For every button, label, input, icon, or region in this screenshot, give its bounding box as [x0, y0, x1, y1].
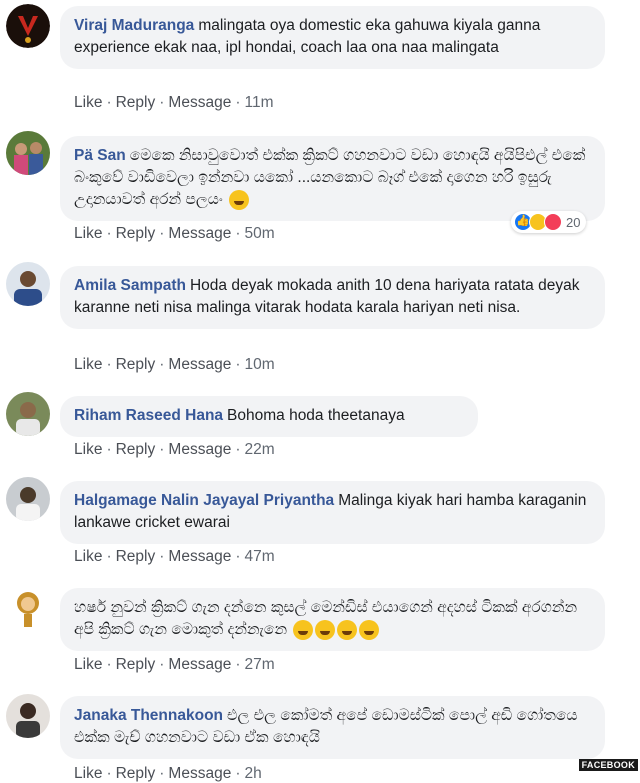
comment-actions: Like · Reply · Message · 22m: [74, 441, 275, 458]
comment-bubble: Amila Sampath Hoda deyak mokada anith 10 …: [60, 266, 605, 329]
avatar[interactable]: [6, 262, 50, 306]
comment-time[interactable]: 50m: [245, 225, 275, 242]
reply-button[interactable]: Reply: [116, 356, 156, 373]
like-button[interactable]: Like: [74, 356, 102, 373]
comment-time[interactable]: 27m: [245, 656, 275, 673]
comment-bubble: Viraj Maduranga malingata oya domestic ek…: [60, 6, 605, 69]
avatar[interactable]: [6, 392, 50, 436]
avatar[interactable]: [6, 4, 50, 48]
comment-author[interactable]: Halgamage Nalin Jayayal Priyantha: [74, 492, 334, 509]
reactions-summary[interactable]: 👍 20: [511, 211, 587, 233]
comment-actions: Like · Reply · Message · 50m: [74, 225, 275, 242]
comment-author[interactable]: Pä San: [74, 147, 126, 164]
reply-button[interactable]: Reply: [116, 94, 156, 111]
comment-time[interactable]: 11m: [245, 94, 274, 111]
comment-text: Bohoma hoda theetanaya: [227, 407, 405, 424]
like-button[interactable]: Like: [74, 656, 102, 673]
like-button[interactable]: Like: [74, 548, 102, 565]
comment-time[interactable]: 22m: [245, 441, 275, 458]
comment-author[interactable]: Viraj Maduranga: [74, 17, 194, 34]
comment-actions: Like · Reply · Message · 47m: [74, 548, 275, 565]
facebook-watermark: FACEBOOK: [578, 759, 638, 771]
message-button[interactable]: Message: [168, 548, 231, 565]
avatar[interactable]: [6, 585, 50, 629]
comment-time[interactable]: 10m: [245, 356, 275, 373]
comment-time[interactable]: 47m: [245, 548, 275, 565]
message-button[interactable]: Message: [168, 225, 231, 242]
reply-button[interactable]: Reply: [116, 656, 156, 673]
like-button[interactable]: Like: [74, 441, 102, 458]
reaction-count: 20: [566, 214, 581, 230]
love-reaction-icon: [544, 213, 562, 231]
message-button[interactable]: Message: [168, 94, 231, 111]
reply-button[interactable]: Reply: [116, 441, 156, 458]
comment-author[interactable]: Riham Raseed Hana: [74, 407, 223, 424]
avatar[interactable]: [6, 694, 50, 738]
like-button[interactable]: Like: [74, 765, 102, 782]
reply-button[interactable]: Reply: [116, 765, 156, 782]
comment-text: මෙකෙ නිසාවුවොත් එක්ක ක්‍රිකට් ගහනවාට වඩා…: [74, 147, 586, 208]
upside-down-emoji-icon: [337, 619, 358, 640]
like-button[interactable]: Like: [74, 94, 102, 111]
upside-down-emoji-icon: [359, 619, 380, 640]
comment-actions: Like · Reply · Message · 2h: [74, 765, 262, 782]
laughing-emoji-icon: [293, 619, 314, 640]
reply-button[interactable]: Reply: [116, 548, 156, 565]
reply-button[interactable]: Reply: [116, 225, 156, 242]
comment-actions: Like · Reply · Message · 10m: [74, 356, 275, 373]
comment-bubble: Janaka Thennakoon එල එල කෝමත් අපේ ඩොමස්ටි…: [60, 696, 605, 759]
laughing-emoji-icon: [315, 619, 336, 640]
comment-time[interactable]: 2h: [245, 765, 262, 782]
message-button[interactable]: Message: [168, 356, 231, 373]
comment-bubble: හර්ෂ නුවන් ක්‍රිකට් ගැන දන්නෙ කුසල් මෙන්…: [60, 588, 605, 651]
avatar[interactable]: [6, 131, 50, 175]
comment-author[interactable]: Janaka Thennakoon: [74, 707, 223, 724]
message-button[interactable]: Message: [168, 441, 231, 458]
like-button[interactable]: Like: [74, 225, 102, 242]
comment-actions: Like · Reply · Message · 11m: [74, 94, 274, 111]
comment-actions: Like · Reply · Message · 27m: [74, 656, 275, 673]
comment-bubble: Riham Raseed Hana Bohoma hoda theetanaya: [60, 396, 478, 437]
comment-bubble: Pä San මෙකෙ නිසාවුවොත් එක්ක ක්‍රිකට් ගහනව…: [60, 136, 605, 221]
avatar[interactable]: [6, 477, 50, 521]
grin-emoji-icon: [229, 189, 250, 210]
message-button[interactable]: Message: [168, 656, 231, 673]
comment-author[interactable]: Amila Sampath: [74, 277, 186, 294]
message-button[interactable]: Message: [168, 765, 231, 782]
comment-bubble: Halgamage Nalin Jayayal Priyantha Malinga…: [60, 481, 605, 544]
